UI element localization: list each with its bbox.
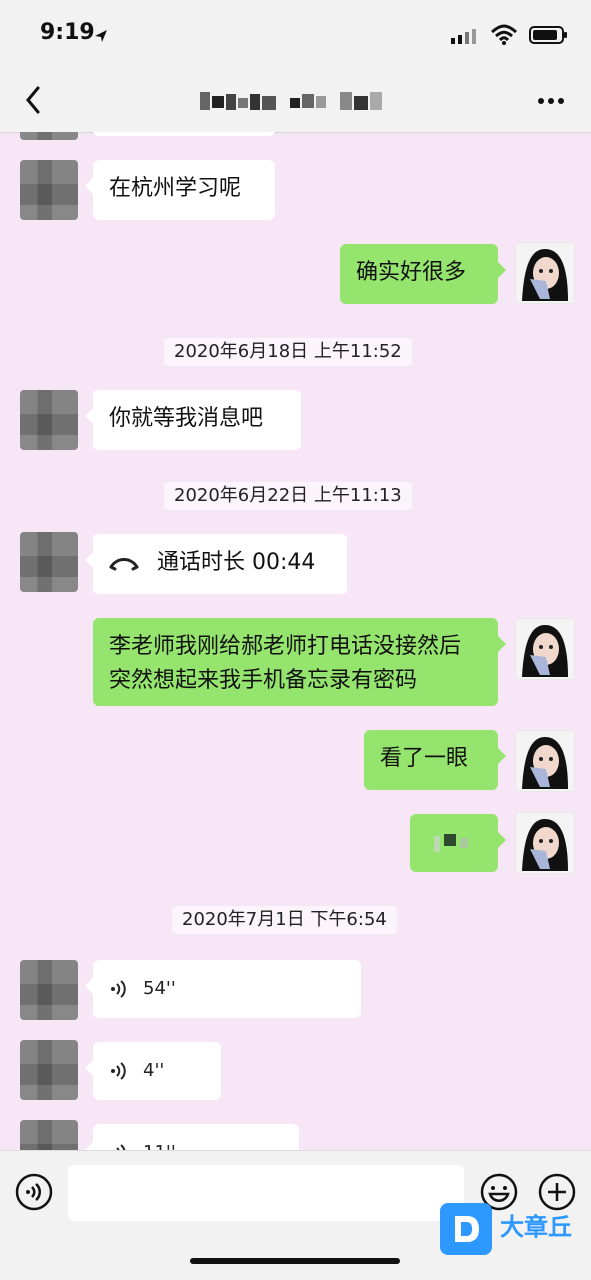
status-icons: [449, 24, 569, 46]
phone-icon: [109, 558, 139, 571]
timestamp: 2020年6月22日 上午11:13: [164, 482, 412, 510]
my-avatar[interactable]: [515, 618, 575, 680]
nav-bar: [0, 70, 591, 133]
contact-avatar[interactable]: [20, 1040, 78, 1100]
my-avatar[interactable]: [515, 242, 575, 304]
voice-duration: 11'': [143, 1136, 176, 1150]
message-bubble-in[interactable]: [93, 132, 275, 136]
timestamp: 2020年7月1日 下午6:54: [172, 906, 397, 934]
contact-avatar[interactable]: [20, 390, 78, 450]
redacted-content-icon: [434, 834, 468, 852]
more-icon[interactable]: [533, 86, 569, 116]
voice-duration: 54'': [143, 978, 176, 999]
contact-avatar[interactable]: [20, 960, 78, 1020]
profile-photo-icon: [516, 731, 574, 791]
status-bar: 9:19: [0, 0, 591, 70]
message-bubble-out[interactable]: 李老师我刚给郝老师打电话没接然后突然想起来我手机备忘录有密码: [93, 618, 506, 706]
my-avatar[interactable]: [515, 812, 575, 874]
signal-icon: [451, 29, 476, 44]
my-avatar[interactable]: [515, 730, 575, 792]
voice-duration: 4'': [143, 1060, 165, 1081]
watermark: 大章丘: [440, 1203, 590, 1259]
call-record-bubble[interactable]: 通话时长 00:44: [85, 534, 347, 594]
message-bubble-out-redacted[interactable]: [410, 814, 506, 872]
chat-area: 在杭州学习呢 确实好很多 2020年6月18日 上午11:52 你就等我消息吧 …: [0, 132, 591, 1150]
profile-photo-icon: [516, 619, 574, 679]
call-duration-label: 通话时长 00:44: [157, 550, 316, 575]
contact-avatar[interactable]: [20, 160, 78, 220]
contact-avatar[interactable]: [20, 132, 78, 140]
back-icon[interactable]: [18, 82, 54, 118]
location-arrow-icon: [95, 30, 107, 42]
profile-photo-icon: [516, 813, 574, 873]
message-bubble-out[interactable]: 确实好很多: [340, 244, 506, 304]
voice-wave-icon: [111, 1062, 126, 1080]
message-bubble-out[interactable]: 看了一眼: [364, 730, 506, 790]
contact-avatar[interactable]: [20, 532, 78, 592]
voice-message-bubble[interactable]: 4'': [85, 1042, 221, 1100]
voice-input-icon[interactable]: [15, 1173, 53, 1211]
message-bubble-in[interactable]: 你就等我消息吧: [85, 390, 301, 450]
contact-avatar[interactable]: [20, 1120, 78, 1150]
voice-wave-icon: [111, 980, 126, 998]
timestamp: 2020年6月18日 上午11:52: [164, 338, 412, 366]
watermark-logo-icon: [440, 1203, 492, 1255]
watermark-text: 大章丘: [500, 1213, 572, 1241]
status-time: 9:19: [40, 20, 95, 45]
contact-name-redacted: [200, 92, 382, 110]
voice-wave-icon: [116, 1144, 126, 1150]
voice-message-bubble[interactable]: 54'': [85, 960, 361, 1018]
battery-icon: [529, 26, 567, 44]
home-indicator[interactable]: [190, 1258, 400, 1264]
message-input[interactable]: [68, 1165, 464, 1221]
message-bubble-in[interactable]: 在杭州学习呢: [85, 160, 275, 220]
voice-message-bubble[interactable]: 11'': [85, 1124, 299, 1150]
watermark-d-icon: [455, 1216, 479, 1242]
wifi-icon: [491, 24, 517, 45]
profile-photo-icon: [516, 243, 574, 303]
